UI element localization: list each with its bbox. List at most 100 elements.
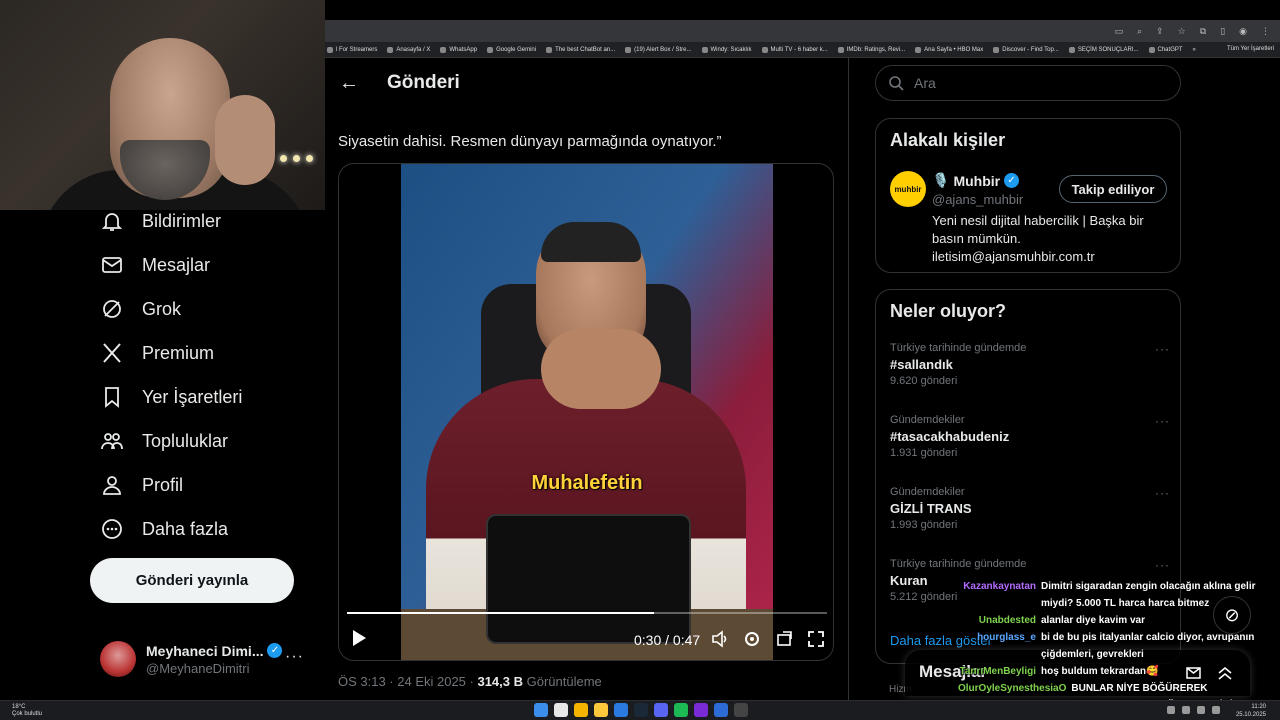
page-title: Gönderi: [387, 72, 460, 93]
discord-icon[interactable]: [654, 703, 668, 717]
share-icon[interactable]: ⇪: [1156, 26, 1164, 37]
zoom-icon[interactable]: ⌕: [1137, 26, 1142, 37]
fullscreen-icon[interactable]: [807, 630, 825, 648]
extensions-icon[interactable]: ⧉: [1200, 26, 1206, 37]
bookmark-favicon-icon: [387, 46, 394, 53]
chat-username: TanrıMenBeyligi: [959, 666, 1037, 677]
post-button[interactable]: Gönderi yayınla: [90, 558, 294, 603]
nav-item-label: Yer İşaretleri: [142, 386, 243, 407]
nav-item-label: Bildirimler: [142, 210, 222, 231]
trend-more-icon[interactable]: ···: [1155, 342, 1170, 356]
popout-icon[interactable]: [775, 630, 793, 648]
related-people-card: Alakalı kişiler muhbir 🎙️ Muhbir ✓ @ajans_…: [875, 118, 1181, 273]
nav-item-profil[interactable]: Profil: [100, 473, 183, 497]
post-header: ← Gönderi: [325, 62, 849, 104]
video-progress-fill[interactable]: [347, 612, 655, 614]
trend-context: Gündemdekiler: [890, 414, 965, 426]
bookmark-item[interactable]: Discover - Find Top...: [993, 46, 1059, 53]
volume-tray-icon[interactable]: [1212, 706, 1220, 714]
chat-message: hourglass_e bi de bu pis italyanlar calci…: [958, 629, 1268, 663]
search-taskbar-icon[interactable]: [554, 703, 568, 717]
following-button[interactable]: Takip ediliyor: [1059, 175, 1167, 203]
cast-icon[interactable]: ▭: [1115, 26, 1124, 37]
person-handle[interactable]: @ajans_muhbir: [932, 192, 1023, 207]
bookmark-favicon-icon: [1068, 46, 1075, 53]
chat-username: Kazankaynatan: [963, 581, 1036, 592]
bookmark-item[interactable]: l For Streamers: [327, 46, 377, 53]
related-title: Alakalı kişiler: [890, 130, 1006, 150]
tray-chevron-icon[interactable]: [1167, 706, 1175, 714]
weather-widget[interactable]: 18°C Çok bulutlu: [12, 704, 42, 718]
word-icon[interactable]: [614, 703, 628, 717]
sidebar-icon[interactable]: ▯: [1220, 26, 1225, 37]
mic-icon[interactable]: [1182, 706, 1190, 714]
grok-icon[interactable]: ⊘: [1213, 596, 1251, 634]
nav-item-mesajlar[interactable]: Mesajlar: [100, 253, 210, 277]
bookmark-label: Anasayfa / X: [396, 46, 431, 53]
bookmark-favicon-icon: [1148, 46, 1155, 53]
settings-gear-icon[interactable]: [743, 630, 761, 648]
bookmark-item[interactable]: SEÇİM SONUÇLARI...: [1068, 46, 1139, 53]
bookmark-item[interactable]: Multi TV - 6 haber k...: [761, 46, 828, 53]
bookmark-label: WhatsApp: [449, 46, 478, 53]
nav-item-yer-i-aretleri[interactable]: Yer İşaretleri: [100, 385, 242, 409]
search-input[interactable]: Ara: [875, 65, 1181, 101]
video-frame[interactable]: Muhalefetin: [401, 164, 773, 660]
chat-text: bi de bu pis italyanlar calcio diyor, av…: [1041, 632, 1255, 660]
bookmark-item[interactable]: Anasayfa / X: [387, 46, 431, 53]
account-more-icon[interactable]: ···: [285, 648, 304, 666]
bookmark-favicon-icon: [625, 46, 632, 53]
trend-context: Gündemdekiler: [890, 486, 965, 498]
bookmark-item[interactable]: (19) Alert Box / Stre...: [625, 46, 692, 53]
trends-title: Neler oluyor?: [890, 301, 1007, 321]
bookmark-item[interactable]: IMDb: Ratings, Revi...: [837, 46, 905, 53]
nav-item-premium[interactable]: Premium: [100, 341, 214, 365]
profile-icon[interactable]: ◉: [1239, 26, 1247, 37]
trend-more-icon[interactable]: ···: [1155, 486, 1170, 500]
clock-time: 11:20: [1251, 704, 1266, 710]
app-icon[interactable]: [734, 703, 748, 717]
nav-item-label: Grok: [142, 298, 182, 319]
bookmark-item[interactable]: WhatsApp: [440, 46, 478, 53]
bookmark-item[interactable]: Windy: Sıcaklık: [701, 46, 752, 53]
all-bookmarks-folder[interactable]: Tüm Yer İşaretleri: [1227, 46, 1274, 52]
browser-toolbar: ▭ ⌕ ⇪ ☆ ⧉ ▯ ◉ ⋮: [325, 20, 1280, 42]
person-name[interactable]: 🎙️ Muhbir ✓: [932, 172, 1020, 189]
menu-icon[interactable]: ⋮: [1261, 26, 1270, 37]
trend-item[interactable]: Türkiye tarihinde gündemde #sallandık 9.62…: [890, 342, 1170, 387]
bookmark-item[interactable]: Ana Sayfa • HBO Max: [915, 46, 983, 53]
tweet-timestamp[interactable]: ÖS 3:13 · 24 Eki 2025 ·: [338, 674, 477, 689]
bookmark-item[interactable]: Google Gemini: [487, 46, 536, 53]
spotify-icon[interactable]: [674, 703, 688, 717]
app-icon[interactable]: [694, 703, 708, 717]
clock[interactable]: 11:20 25.10.2025: [1236, 703, 1266, 719]
app-icon[interactable]: [714, 703, 728, 717]
video-time: 0:30 / 0:47: [634, 632, 701, 648]
bookmark-favicon-icon: [837, 46, 844, 53]
play-icon[interactable]: [351, 629, 367, 647]
file-explorer-icon[interactable]: [594, 703, 608, 717]
steam-icon[interactable]: [634, 703, 648, 717]
bookmark-favicon-icon: [701, 46, 708, 53]
star-icon[interactable]: ☆: [1178, 26, 1186, 37]
video-player[interactable]: Muhalefetin 0:30 / 0:47: [338, 163, 834, 661]
trend-more-icon[interactable]: ···: [1155, 414, 1170, 428]
volume-icon[interactable]: [711, 630, 729, 648]
avatar[interactable]: muhbir: [890, 171, 926, 207]
nav-item-daha-fazla[interactable]: Daha fazla: [100, 517, 228, 541]
back-arrow-icon[interactable]: ←: [339, 72, 359, 95]
trend-topic: #tasacakhabudeniz: [890, 429, 1010, 444]
network-icon[interactable]: [1197, 706, 1205, 714]
nav-item-topluluklar[interactable]: Topluluklar: [100, 429, 228, 453]
nav-item-bildirimler[interactable]: Bildirimler: [100, 209, 221, 233]
chrome-icon[interactable]: [574, 703, 588, 717]
trend-item[interactable]: Gündemdekiler #tasacakhabudeniz 1.931 gönd…: [890, 414, 1170, 459]
account-switcher[interactable]: Meyhaneci Dimi... ✓ @MeyhaneDimitri ···: [100, 636, 310, 682]
trend-item[interactable]: Gündemdekiler GİZLİ TRANS 1.993 gönderi ···: [890, 486, 1170, 531]
start-icon[interactable]: [534, 703, 548, 717]
bookmark-item[interactable]: ChatGPT: [1148, 46, 1183, 53]
nav-item-grok[interactable]: Grok: [100, 297, 181, 321]
bookmark-item[interactable]: The best ChatBot an...: [546, 46, 615, 53]
trend-more-icon[interactable]: ···: [1155, 558, 1170, 572]
bookmarks-overflow-icon[interactable]: »: [1193, 47, 1196, 53]
